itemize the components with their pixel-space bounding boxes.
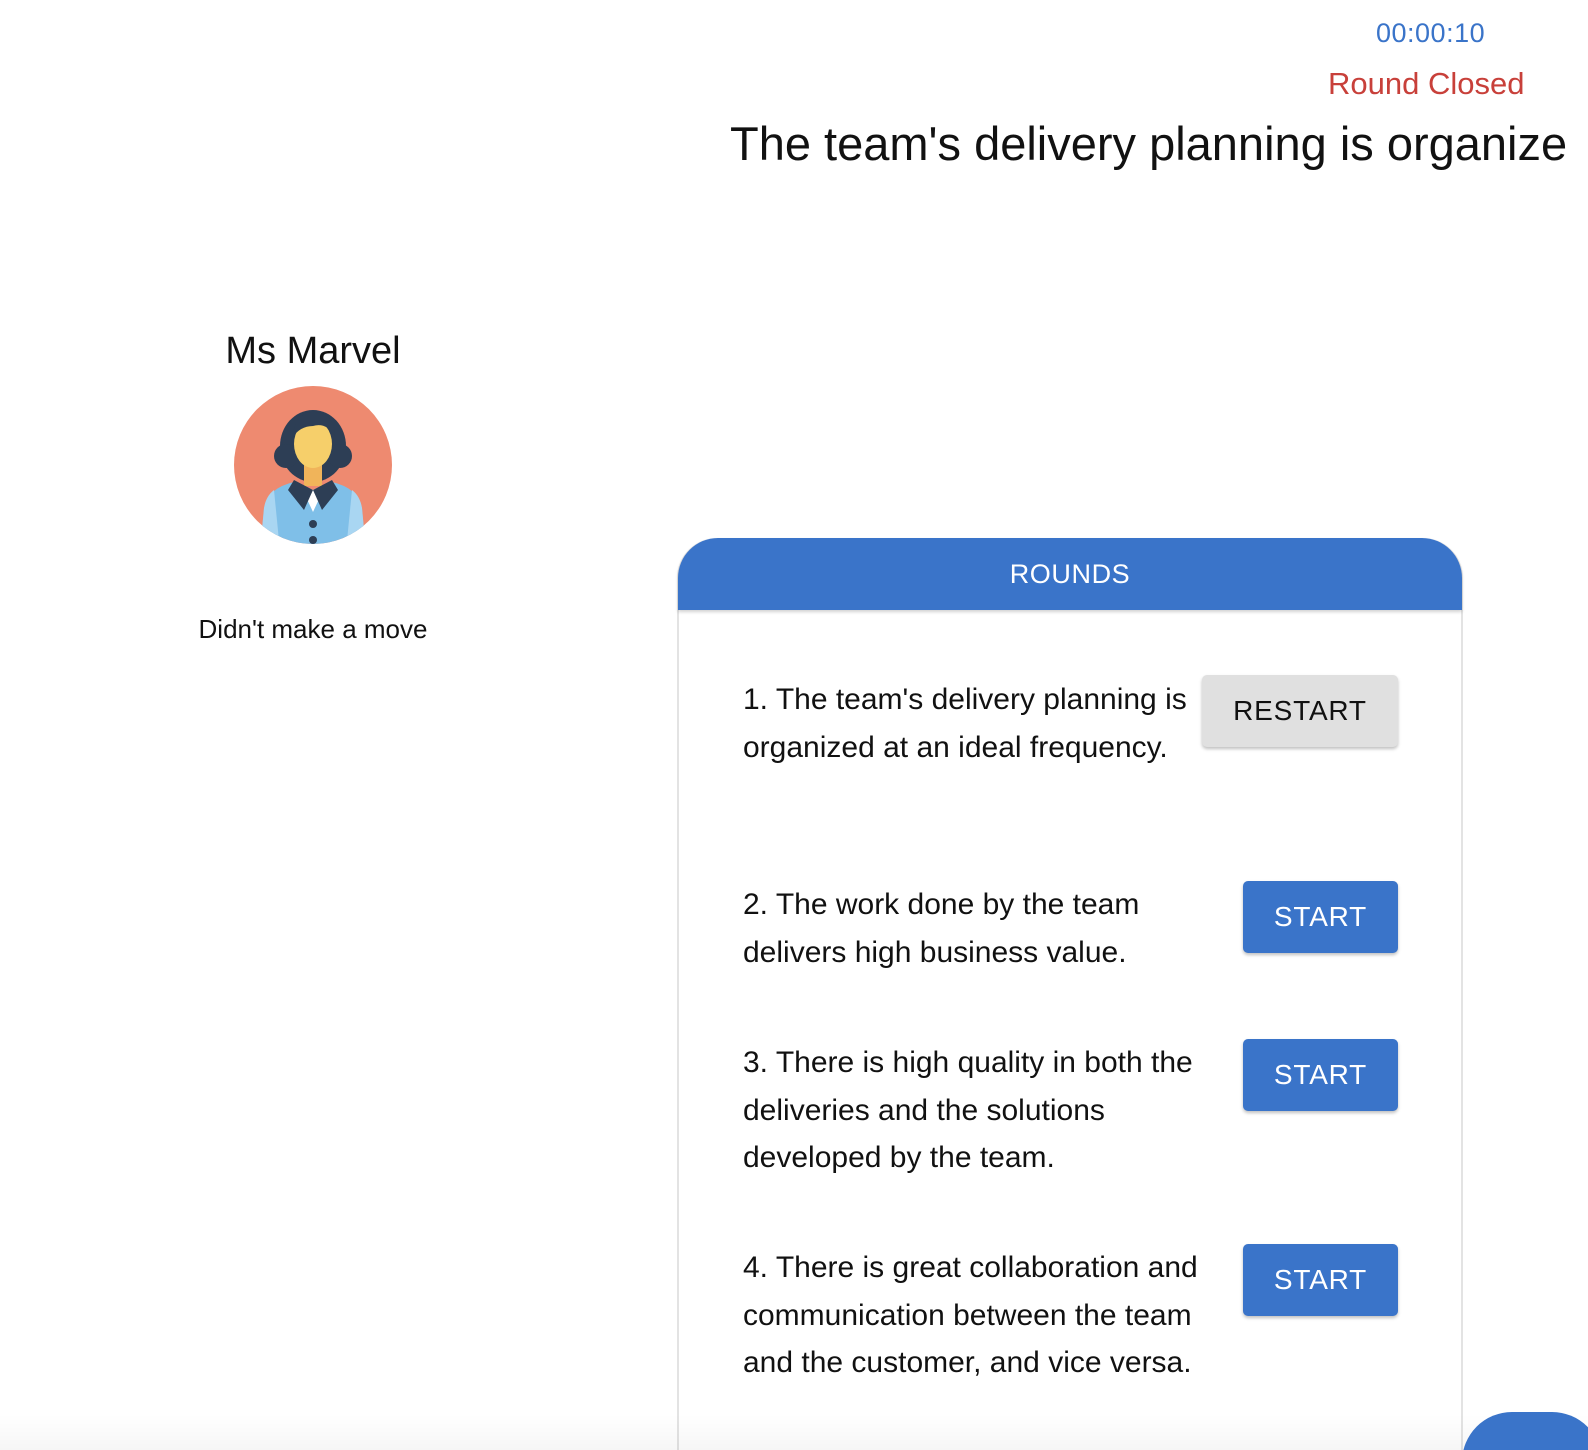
- round-item-2-text: 2. The work done by the team delivers hi…: [743, 888, 1140, 969]
- game-page: 00:00:10 Round Closed The team's deliver…: [0, 0, 1588, 1450]
- floating-action-button[interactable]: [1462, 1412, 1588, 1450]
- start-round-2-button[interactable]: START: [1243, 881, 1398, 953]
- round-status: Round Closed: [1328, 66, 1525, 101]
- round-timer: 00:00:10: [1376, 18, 1486, 48]
- current-question-title: The team's delivery planning is organize: [730, 117, 1568, 170]
- player-move-status: Didn't make a move: [198, 614, 428, 644]
- round-item-1-text: 1. The team's delivery planning is organ…: [743, 683, 1187, 764]
- start-round-3-button[interactable]: START: [1243, 1039, 1398, 1111]
- player-name: Ms Marvel: [225, 330, 401, 372]
- round-item-4-text: 4. There is great collaboration and comm…: [743, 1251, 1198, 1379]
- restart-round-1-button[interactable]: RESTART: [1202, 675, 1398, 747]
- woman-avatar-icon: [234, 386, 392, 544]
- rounds-panel: ROUNDS 1. The team's delivery planning i…: [677, 538, 1463, 1450]
- round-item-3-text: 3. There is high quality in both the del…: [743, 1046, 1193, 1174]
- start-round-4-button[interactable]: START: [1243, 1244, 1398, 1316]
- rounds-header: ROUNDS: [678, 538, 1462, 610]
